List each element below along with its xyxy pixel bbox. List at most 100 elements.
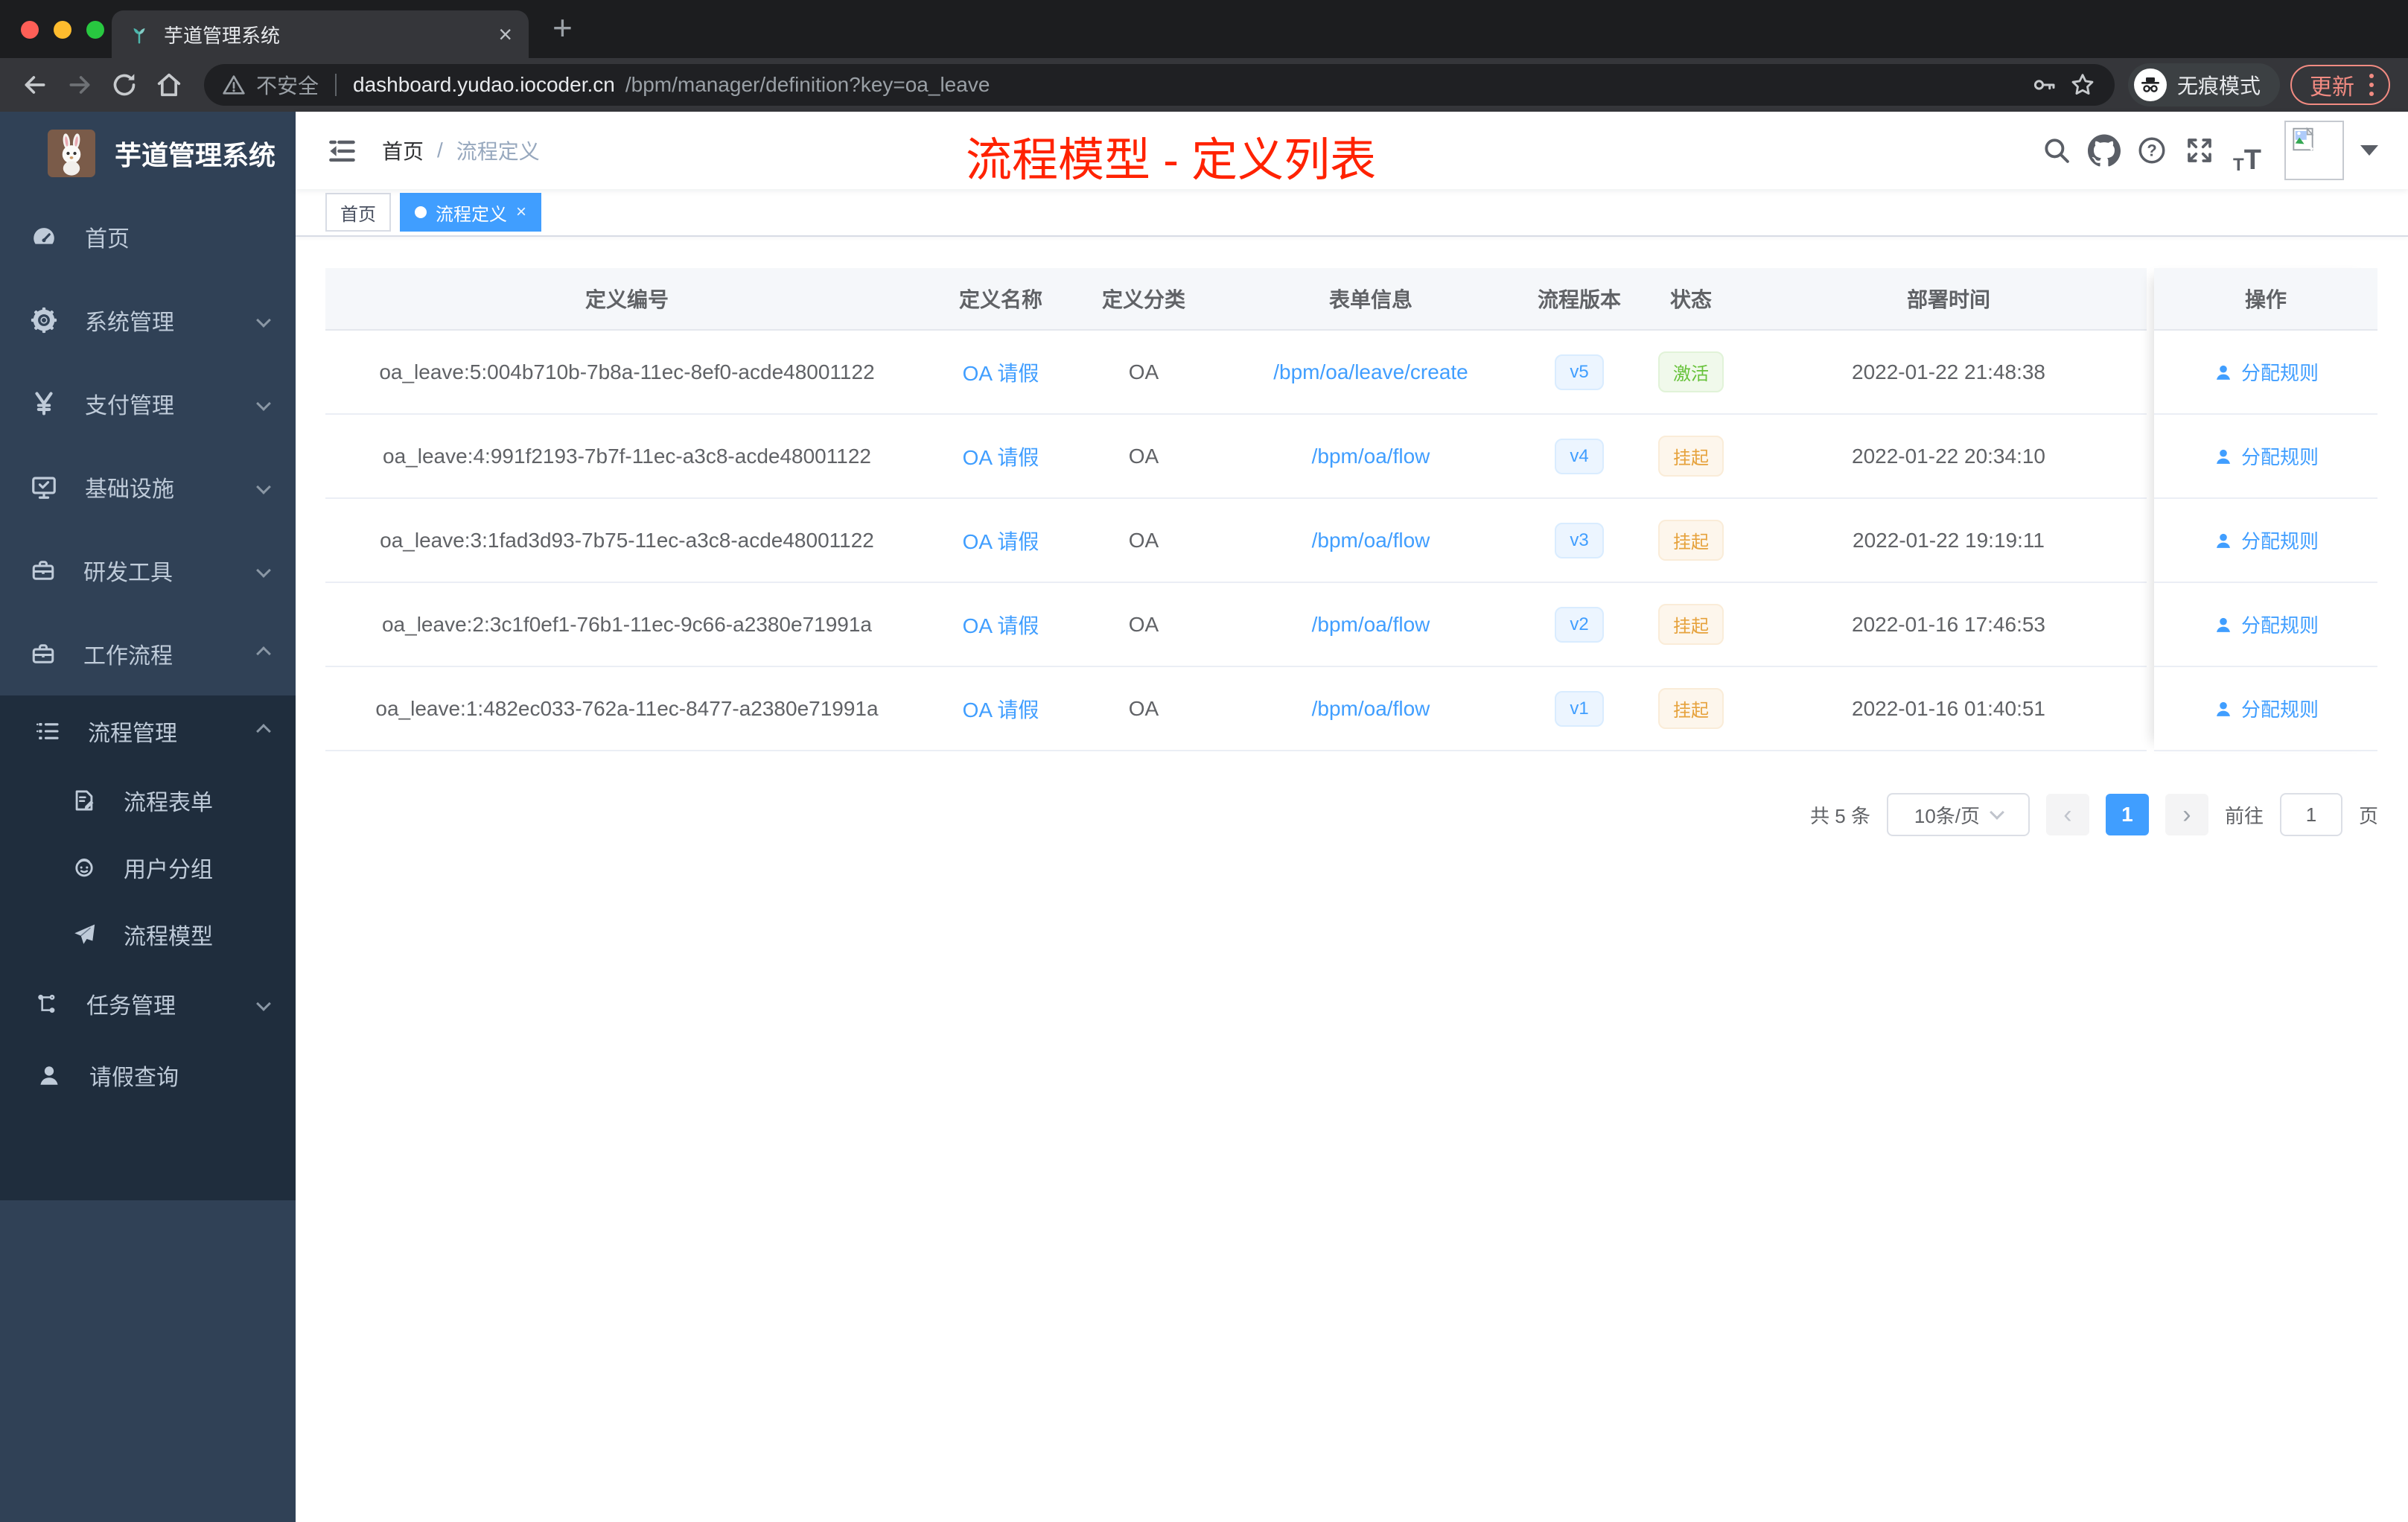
tab-tag-1[interactable]: 流程定义 × — [400, 193, 542, 232]
definition-name-link[interactable]: OA 请假 — [963, 694, 1039, 724]
sidebar-item-workflow[interactable]: 工作流程 — [0, 612, 296, 695]
table-row: oa_leave:2:3c1f0ef1-76b1-11ec-9c66-a2380… — [325, 583, 2147, 667]
sidebar-item-dev-tools[interactable]: 研发工具 — [0, 529, 296, 612]
form-link[interactable]: /bpm/oa/leave/create — [1273, 360, 1468, 384]
definition-table: 定义编号 定义名称 定义分类 表单信息 流程版本 状态 部署时间 oa_leave:5:00… — [325, 268, 2378, 751]
chevron-down-icon — [256, 480, 271, 494]
definition-name-link[interactable]: OA 请假 — [963, 442, 1039, 471]
assign-rule-link[interactable]: 分配规则 — [2213, 442, 2319, 470]
tab-strip: 芋道管理系统 × + — [0, 0, 2408, 58]
fullscreen-icon[interactable] — [2176, 127, 2223, 174]
github-icon[interactable] — [2080, 127, 2128, 174]
bookmark-star-icon[interactable] — [2068, 71, 2097, 99]
sidebar-item-process-form[interactable]: 流程表单 — [0, 767, 296, 834]
avatar[interactable] — [2284, 121, 2344, 180]
browser-menu-icon[interactable] — [2369, 74, 2374, 96]
incognito-icon — [2138, 73, 2162, 97]
key-icon[interactable] — [2031, 71, 2058, 98]
goto-page-input[interactable] — [2279, 793, 2342, 836]
incognito-label: 无痕模式 — [2176, 74, 2261, 98]
app-title: 芋道管理系统 — [115, 140, 276, 171]
definition-name-link[interactable]: OA 请假 — [963, 526, 1039, 555]
url-divider — [335, 74, 337, 96]
deploy-time: 2022-01-22 20:34:10 — [1852, 444, 2045, 468]
definition-name-link[interactable]: OA 请假 — [963, 357, 1039, 387]
column-header-6: 部署时间 — [1906, 288, 1990, 311]
pagination-total: 共 5 条 — [1810, 804, 1870, 827]
help-icon[interactable]: ? — [2128, 127, 2176, 174]
assign-rule-link[interactable]: 分配规则 — [2213, 526, 2319, 554]
sidebar-item-label: 请假查询 — [89, 1066, 179, 1090]
sidebar-item-home[interactable]: 首页 — [0, 195, 296, 278]
toolbox-icon — [30, 557, 57, 584]
tab-close-icon[interactable]: × — [498, 22, 512, 46]
page-size-select[interactable]: 10条/页 — [1886, 793, 2030, 836]
address-bar[interactable]: 不安全 dashboard.yudao.iocoder.cn/bpm/manag… — [204, 64, 2115, 106]
sidebar-item-payment[interactable]: 支付管理 — [0, 362, 296, 445]
breadcrumb-current: 流程定义 — [456, 140, 540, 163]
form-link[interactable]: /bpm/oa/flow — [1312, 697, 1430, 721]
assign-rule-link[interactable]: 分配规则 — [2213, 358, 2319, 386]
yen-icon — [30, 389, 58, 418]
home-icon[interactable] — [152, 68, 186, 102]
sidebar-item-leave-query[interactable]: 请假查询 — [0, 1039, 296, 1111]
url-host: dashboard.yudao.iocoder.cn — [353, 73, 615, 96]
table-row: oa_leave:5:004b710b-7b8a-11ec-8ef0-acde4… — [325, 331, 2147, 415]
tag-close-icon[interactable]: × — [516, 203, 526, 221]
sidebar-item-label: 系统管理 — [85, 311, 174, 335]
next-page-button[interactable]: › — [2165, 794, 2208, 835]
table-row: oa_leave:1:482ec033-762a-11ec-8477-a2380… — [325, 667, 2147, 751]
form-link[interactable]: /bpm/oa/flow — [1312, 613, 1430, 637]
warning-icon — [222, 73, 246, 97]
sidebar-item-label: 工作流程 — [83, 644, 173, 669]
assign-rule-link[interactable]: 分配规则 — [2213, 611, 2319, 638]
definition-id: oa_leave:5:004b710b-7b8a-11ec-8ef0-acde4… — [379, 360, 875, 383]
tab-tag-0[interactable]: 首页 — [325, 193, 391, 232]
sidebar-item-label: 研发工具 — [83, 561, 173, 585]
sidebar-item-label: 流程管理 — [88, 722, 177, 746]
current-page-button[interactable]: 1 — [2105, 794, 2149, 835]
sidebar-item-task-manage[interactable]: 任务管理 — [0, 968, 296, 1039]
prev-page-button[interactable]: ‹ — [2045, 794, 2089, 835]
sidebar-item-user-group[interactable]: 用户分组 — [0, 834, 296, 901]
form-link[interactable]: /bpm/oa/flow — [1312, 445, 1430, 468]
forward-icon[interactable] — [63, 68, 97, 102]
sidebar-item-infra[interactable]: 基础设施 — [0, 445, 296, 529]
new-tab-button[interactable]: + — [552, 7, 573, 48]
assign-rule-link[interactable]: 分配规则 — [2213, 695, 2319, 722]
zoom-window-button[interactable] — [86, 21, 104, 39]
reload-icon[interactable] — [107, 68, 141, 102]
close-window-button[interactable] — [21, 21, 39, 39]
briefcase-icon — [30, 640, 57, 667]
form-link[interactable]: /bpm/oa/flow — [1312, 529, 1430, 553]
page-content: 定义编号 定义名称 定义分类 表单信息 流程版本 状态 部署时间 oa_leave:5:00… — [296, 237, 2408, 1522]
back-icon[interactable] — [18, 68, 52, 102]
avatar-caret-icon[interactable] — [2360, 145, 2378, 156]
red-annotation: 流程模型 - 定义列表 — [966, 135, 1377, 186]
person-icon — [2213, 530, 2234, 551]
monitor-icon — [30, 473, 58, 501]
sidebar-item-process-manage[interactable]: 流程管理 — [0, 695, 296, 767]
browser-tab[interactable]: 芋道管理系统 × — [112, 10, 529, 58]
search-icon[interactable] — [2033, 127, 2080, 174]
deploy-time: 2022-01-16 17:46:53 — [1852, 612, 2045, 636]
definition-id: oa_leave:2:3c1f0ef1-76b1-11ec-9c66-a2380… — [381, 612, 872, 636]
tab-title: 芋道管理系统 — [164, 24, 281, 47]
page-unit: 页 — [2358, 804, 2378, 827]
definition-id: oa_leave:3:1fad3d93-7b75-11ec-a3c8-acde4… — [380, 528, 874, 552]
minimize-window-button[interactable] — [54, 21, 71, 39]
status-badge: 激活 — [1658, 351, 1724, 392]
version-badge: v2 — [1555, 606, 1604, 643]
sidebar-item-system[interactable]: 系统管理 — [0, 278, 296, 362]
tree-list-icon — [36, 719, 61, 744]
font-size-icon[interactable]: TT — [2223, 127, 2271, 174]
definition-name-link[interactable]: OA 请假 — [963, 610, 1039, 640]
sidebar-item-process-model[interactable]: 流程模型 — [0, 901, 296, 968]
hamburger-icon[interactable] — [325, 134, 358, 167]
update-button[interactable]: 更新 — [2290, 65, 2390, 105]
column-header-actions: 操作 — [2244, 288, 2287, 311]
chevron-down-icon — [256, 563, 271, 578]
table-row-actions: 分配规则 — [2154, 583, 2377, 667]
breadcrumb-home[interactable]: 首页 — [382, 136, 424, 165]
chevron-down-icon — [256, 996, 271, 1011]
